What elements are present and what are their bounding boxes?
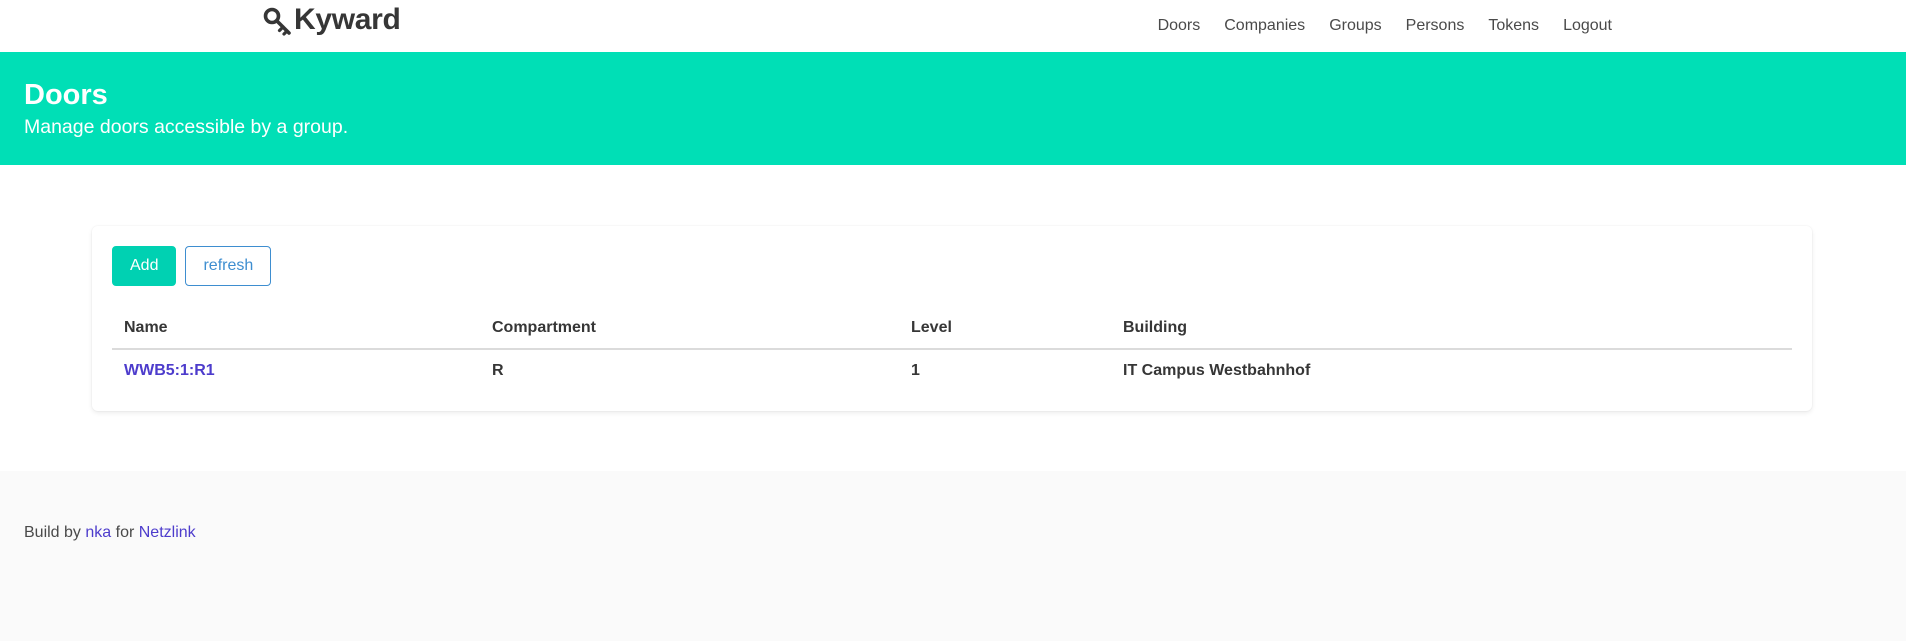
refresh-button[interactable]: refresh	[185, 246, 272, 286]
page-subtitle: Manage doors accessible by a group.	[24, 116, 349, 138]
nav-item-companies[interactable]: Companies	[1212, 14, 1317, 38]
table-header-row: Name Compartment Level Building	[112, 308, 1792, 350]
action-bar: Add refresh	[112, 246, 272, 286]
author-link[interactable]: nka	[85, 524, 111, 541]
column-header-compartment[interactable]: Compartment	[480, 308, 899, 350]
footer: Build by nka for Netzlink	[0, 471, 1906, 641]
cell-level: 1	[911, 362, 920, 379]
nav-item-groups[interactable]: Groups	[1317, 14, 1393, 38]
hero-banner: Doors Manage doors accessible by a group…	[0, 52, 1906, 165]
main-section: Add refresh Name Compartment Level Build…	[0, 165, 1906, 471]
cell-compartment: R	[492, 362, 504, 379]
column-header-name[interactable]: Name	[112, 308, 480, 350]
cell-name: WWB5:1:R1	[112, 349, 480, 392]
nav-item-doors[interactable]: Doors	[1146, 14, 1213, 38]
nav-menu: Doors Companies Groups Persons Tokens Lo…	[1146, 14, 1624, 38]
cell-building: IT Campus Westbahnhof	[1123, 362, 1311, 379]
brand-logo[interactable]: Kyward	[262, 2, 401, 38]
doors-table: Name Compartment Level Building WWB5:1:R…	[112, 308, 1792, 392]
page-title: Doors	[24, 79, 108, 111]
netzlink-link[interactable]: Netzlink	[139, 524, 196, 541]
add-button[interactable]: Add	[112, 246, 177, 286]
key-icon	[263, 7, 291, 36]
footer-middle: for	[115, 524, 135, 541]
footer-credit: Build by nka for Netzlink	[24, 471, 1882, 542]
doors-card: Add refresh Name Compartment Level Build…	[92, 226, 1812, 411]
navbar: Kyward Doors Companies Groups Persons To…	[0, 0, 1906, 52]
nav-item-logout[interactable]: Logout	[1551, 14, 1624, 38]
nav-item-tokens[interactable]: Tokens	[1476, 14, 1551, 38]
column-header-building[interactable]: Building	[1111, 308, 1792, 350]
door-name-link[interactable]: WWB5:1:R1	[124, 362, 215, 379]
brand-name: Kyward	[294, 3, 401, 36]
column-header-level[interactable]: Level	[899, 308, 1111, 350]
nav-item-persons[interactable]: Persons	[1394, 14, 1477, 38]
footer-prefix: Build by	[24, 524, 81, 541]
table-row: WWB5:1:R1 R 1 IT Campus Westbahnhof	[112, 349, 1792, 392]
